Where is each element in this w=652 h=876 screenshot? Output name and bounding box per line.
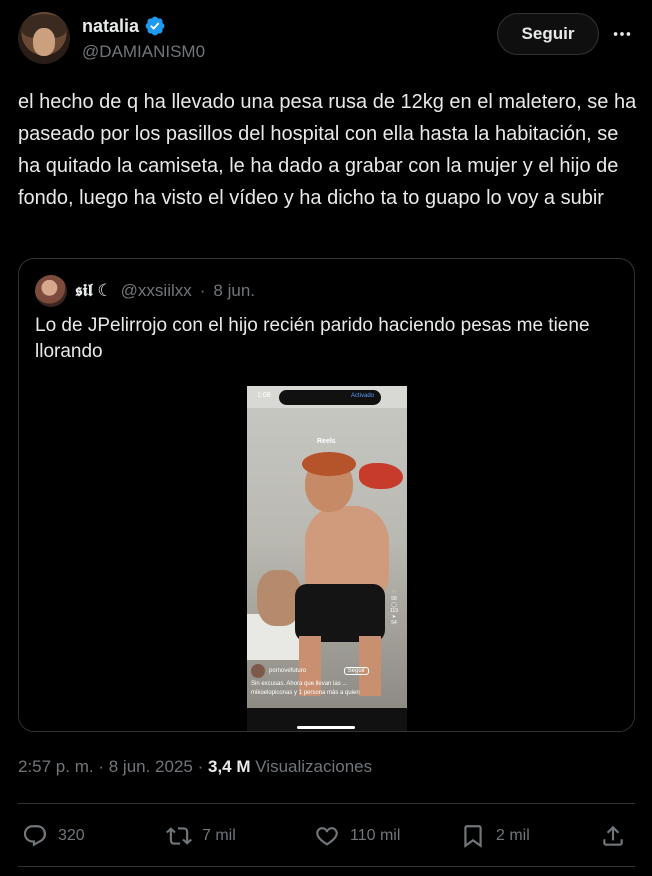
follow-button[interactable]: Seguir	[497, 13, 599, 55]
share-icon	[603, 825, 623, 846]
video-scene: Reels ♡ 58 ◯ 119 ➤ 54 pornovefuturo Seguir …	[247, 408, 407, 708]
tweet-header: natalia @DAMIANISM0 Seguir	[0, 0, 652, 80]
bookmark-count: 2 mil	[496, 827, 530, 844]
like-count: 110 mil	[350, 827, 401, 844]
reel-side-actions: ♡ 58 ◯ 119 ➤ 54	[390, 590, 398, 626]
reply-icon	[23, 825, 47, 847]
repost-icon	[166, 827, 192, 845]
divider	[18, 803, 635, 804]
like-button[interactable]: 110 mil	[314, 823, 400, 849]
heart-icon	[316, 827, 338, 846]
phone-status-bar: 1:08 Activado	[247, 386, 407, 408]
reply-button[interactable]: 320	[22, 823, 85, 849]
tweet-time[interactable]: 2:57 p. m.	[18, 757, 94, 776]
divider	[18, 866, 635, 867]
views-count: 3,4 M	[208, 757, 251, 776]
verified-badge-icon	[145, 16, 165, 36]
bookmark-button[interactable]: 2 mil	[460, 823, 530, 849]
tweet-timestamp: 2:57 p. m. · 8 jun. 2025 · 3,4 M Visuali…	[18, 757, 373, 776]
repost-count: 7 mil	[202, 827, 236, 844]
repost-button[interactable]: 7 mil	[166, 823, 236, 849]
author-handle[interactable]: @DAMIANISM0	[82, 42, 205, 62]
bookmark-icon	[464, 825, 482, 848]
quoted-author-handle: @xxsiilxx	[120, 281, 192, 300]
reel-overlay: pornovefuturo Seguir Sin excusas. Ahora …	[251, 664, 403, 696]
share-button[interactable]	[600, 823, 626, 849]
quoted-tweet-text: Lo de JPelirrojo con el hijo recién pari…	[35, 315, 590, 362]
quoted-author-avatar	[35, 275, 67, 307]
quoted-separator: ·	[199, 281, 206, 300]
quoted-author-name: 𝖘𝖎𝖑 ☾	[75, 281, 113, 300]
home-indicator	[297, 726, 355, 729]
author-name-row: natalia	[82, 15, 166, 37]
author-avatar[interactable]	[18, 12, 70, 64]
quoted-tweet[interactable]: 𝖘𝖎𝖑 ☾ @xxsiilxx · 8 jun. Lo de JPelirroj…	[18, 258, 635, 732]
more-options-icon[interactable]	[608, 20, 636, 48]
author-name[interactable]: natalia	[82, 16, 139, 37]
tweet-text: el hecho de q ha llevado una pesa rusa d…	[18, 91, 637, 209]
reels-title: Reels	[317, 438, 336, 445]
video-frame: Reels ♡ 58 ◯ 119 ➤ 54 pornovefuturo Seguir …	[247, 386, 407, 731]
reply-count: 320	[58, 827, 85, 844]
views-label: Visualizaciones	[255, 757, 373, 776]
tweet-date[interactable]: 8 jun. 2025	[109, 757, 193, 776]
action-bar: 320 7 mil 110 mil 2 mil	[18, 815, 635, 857]
quoted-tweet-header: 𝖘𝖎𝖑 ☾ @xxsiilxx · 8 jun.	[35, 275, 255, 307]
quoted-date: 8 jun.	[213, 281, 256, 300]
quoted-video[interactable]: Reels ♡ 58 ◯ 119 ➤ 54 pornovefuturo Seguir …	[19, 386, 634, 731]
